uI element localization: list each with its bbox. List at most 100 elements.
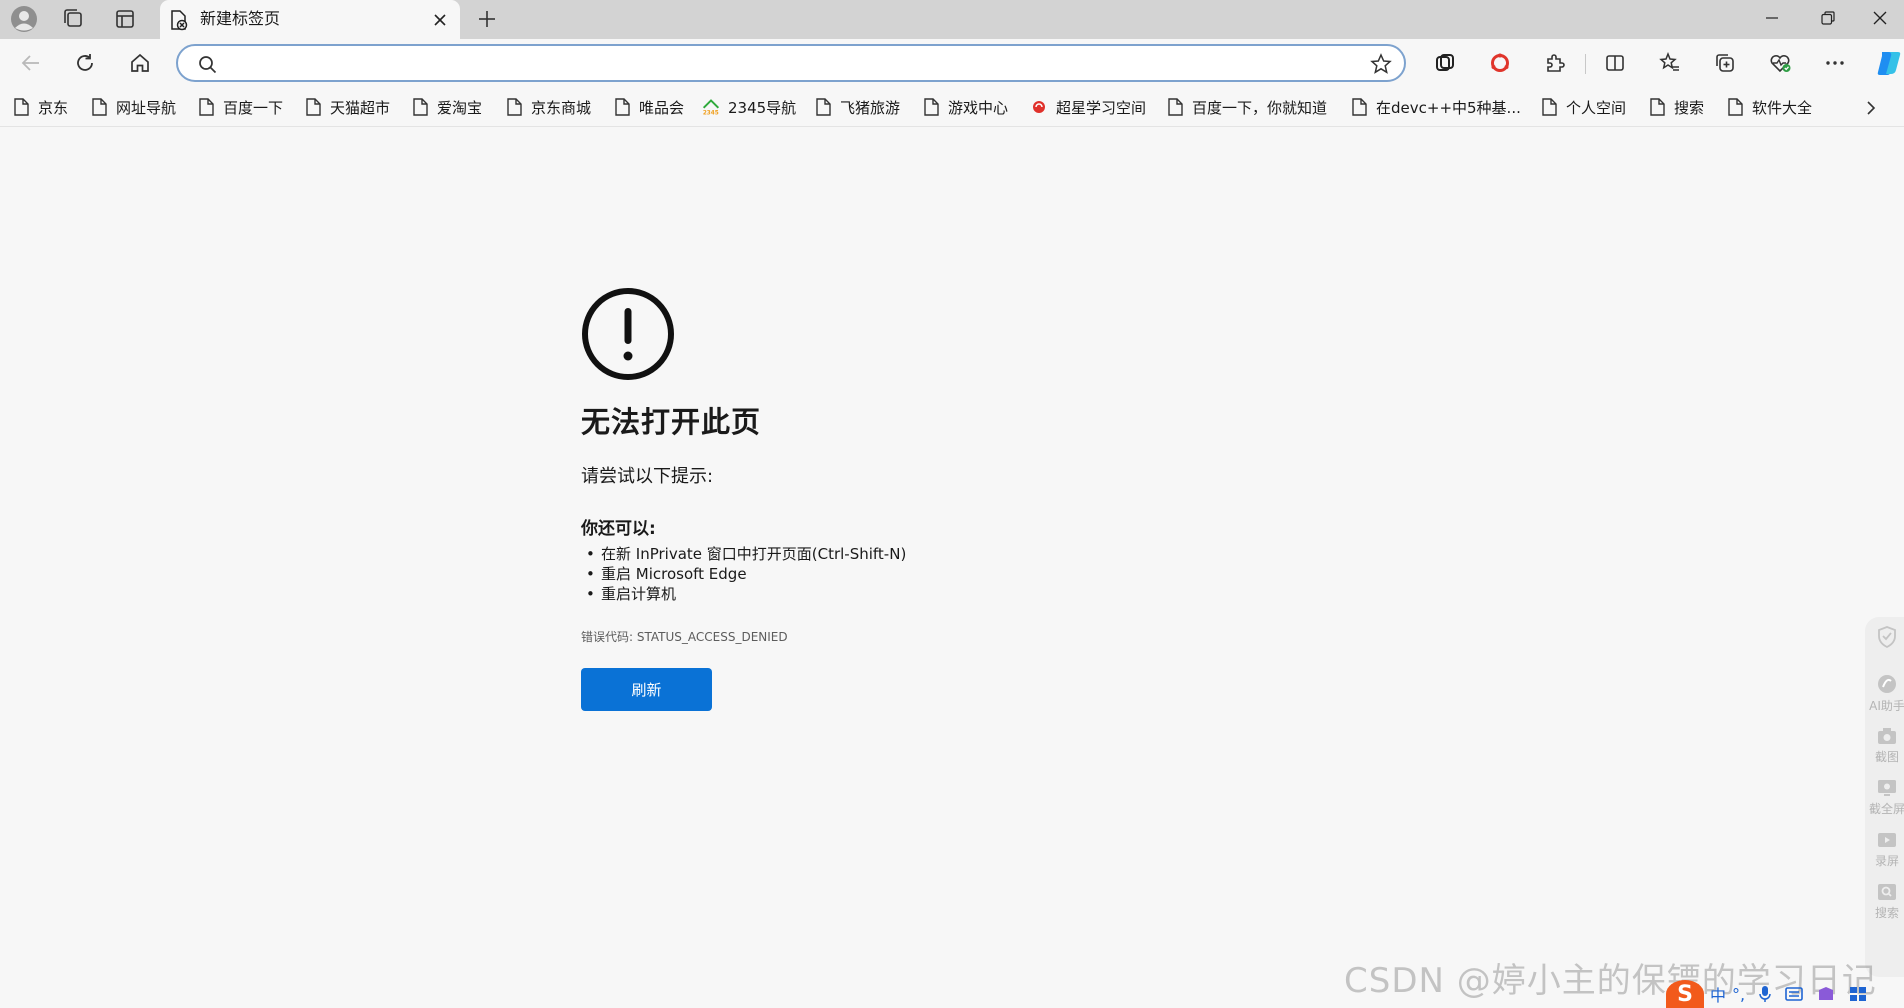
favorite-label: 在devc++中5种基... (1376, 98, 1521, 117)
settings-more-button[interactable] (1816, 44, 1854, 82)
error-hint: 请尝试以下提示: (581, 466, 714, 487)
page-icon (613, 97, 631, 117)
favorite-item-vip[interactable]: 唯品会 (613, 95, 684, 119)
suggestions-heading: 你还可以: (581, 519, 656, 539)
warning-icon (581, 287, 675, 381)
side-item-label: 截全屏 (1868, 802, 1904, 816)
chaoxing-logo-icon (1030, 97, 1048, 117)
favorite-item-tmall[interactable]: 天猫超市 (304, 95, 390, 119)
favorite-item-baidu[interactable]: 百度一下 (197, 95, 283, 119)
2345-logo-icon: 2345 (702, 97, 720, 117)
tab-close-button[interactable] (426, 6, 454, 34)
address-bar[interactable] (176, 44, 1406, 82)
restore-icon (1821, 11, 1835, 25)
favorite-label: 搜索 (1674, 98, 1705, 117)
favorite-label: 京东商城 (531, 98, 592, 117)
favorite-item-site-nav[interactable]: 网址导航 (90, 95, 176, 119)
favorites-bar: 京东 网址导航 百度一下 天猫超市 爱淘宝 京东商城 唯品会 2345 2345… (0, 88, 1904, 127)
side-item-fullscreen-shot[interactable]: 截全屏 (1865, 778, 1904, 817)
favorite-label: 超星学习空间 (1056, 98, 1147, 117)
copilot-button[interactable] (1870, 44, 1904, 82)
favorites-button[interactable] (1651, 44, 1689, 82)
favorite-label: 爱淘宝 (437, 98, 483, 117)
search-icon (1878, 884, 1896, 900)
tab-new-tab[interactable]: 新建标签页 (160, 0, 460, 39)
home-icon (131, 53, 149, 72)
side-item-ai-assistant[interactable]: AI助手 (1865, 673, 1904, 714)
workspaces-icon (64, 9, 82, 27)
favorites-overflow-button[interactable] (1856, 95, 1886, 121)
page-icon (505, 97, 523, 117)
address-input[interactable] (226, 51, 1330, 77)
keyboard-icon[interactable] (1785, 986, 1803, 1002)
ai-assistant-icon (1878, 675, 1896, 693)
side-item-record[interactable]: 录屏 (1865, 830, 1904, 869)
workspaces-button[interactable] (53, 2, 93, 36)
favorite-label: 2345导航 (728, 98, 797, 117)
page-icon (1726, 97, 1744, 117)
tab-page-icon (168, 9, 190, 31)
minimize-button[interactable] (1744, 0, 1800, 36)
error-code-label: 错误代码: (581, 630, 634, 644)
favorite-item-baidu-know[interactable]: 百度一下，你就知道 (1166, 95, 1327, 119)
ime-mode[interactable]: 中 (1710, 982, 1726, 1006)
more-dots-icon (1826, 61, 1844, 65)
ime-punctuation[interactable]: °, (1732, 985, 1745, 1004)
extensions-button[interactable] (1536, 44, 1574, 82)
favorite-label: 软件大全 (1752, 98, 1813, 117)
side-item-screenshot[interactable]: 截图 (1865, 726, 1904, 765)
side-item-label: 搜索 (1874, 906, 1899, 920)
favorite-item-game-center[interactable]: 游戏中心 (922, 95, 1008, 119)
favorite-item-software[interactable]: 软件大全 (1726, 95, 1812, 119)
suggestions-list: 在新 InPrivate 窗口中打开页面(Ctrl-Shift-N) 重启 Mi… (581, 544, 906, 604)
favorite-label: 飞猪旅游 (840, 98, 901, 117)
side-item-search[interactable]: 搜索 (1865, 882, 1904, 921)
extension-button-2[interactable] (1481, 44, 1519, 82)
side-item-shield[interactable] (1865, 625, 1904, 649)
ime-toolbar[interactable]: S 中 °, (1666, 980, 1867, 1008)
favorite-star-button[interactable] (1370, 53, 1392, 75)
split-screen-button[interactable] (1596, 44, 1634, 82)
suggestion-item: 在新 InPrivate 窗口中打开页面(Ctrl-Shift-N) (581, 544, 906, 564)
side-item-label: 录屏 (1874, 854, 1899, 868)
search-icon (198, 55, 217, 74)
red-ring-icon (1491, 53, 1509, 72)
new-tab-button[interactable] (468, 2, 506, 36)
skin-icon[interactable] (1817, 986, 1835, 1002)
page-icon (411, 97, 429, 117)
side-item-label: 截图 (1874, 750, 1899, 764)
vertical-tabs-button[interactable] (105, 2, 145, 36)
restore-button[interactable] (1800, 0, 1856, 36)
page-icon (1648, 97, 1666, 117)
side-tool-panel: AI助手 截图 截全屏 录屏 搜索 (1865, 617, 1904, 977)
refresh-page-button[interactable]: 刷新 (581, 668, 712, 711)
favorite-item-personal-space[interactable]: 个人空间 (1540, 95, 1626, 119)
side-item-label: AI助手 (1869, 699, 1904, 713)
browser-essentials-button[interactable] (1761, 44, 1799, 82)
collections-button[interactable] (1706, 44, 1744, 82)
back-button[interactable] (12, 44, 50, 82)
home-button[interactable] (121, 44, 159, 82)
refresh-button[interactable] (66, 44, 104, 82)
microphone-icon[interactable] (1759, 985, 1771, 1003)
extension-button-1[interactable] (1426, 44, 1464, 82)
refresh-icon (77, 54, 93, 71)
favorite-item-chaoxing[interactable]: 超星学习空间 (1030, 95, 1146, 119)
close-icon (1873, 11, 1887, 25)
favorite-item-search[interactable]: 搜索 (1648, 95, 1704, 119)
favorite-item-jd[interactable]: 京东 (12, 95, 68, 119)
favorite-item-2345[interactable]: 2345 2345导航 (702, 95, 796, 119)
close-window-button[interactable] (1856, 0, 1904, 36)
favorite-item-jd-mall[interactable]: 京东商城 (505, 95, 591, 119)
page-icon (12, 97, 30, 117)
favorite-label: 京东 (38, 98, 69, 117)
profile-button[interactable] (4, 2, 44, 36)
toolbar (0, 39, 1904, 88)
favorite-item-fliggy[interactable]: 飞猪旅游 (814, 95, 900, 119)
shield-icon (1878, 626, 1896, 649)
favorite-item-devcpp[interactable]: 在devc++中5种基... (1350, 95, 1521, 119)
back-arrow-icon (21, 55, 39, 71)
favorite-label: 个人空间 (1566, 98, 1627, 117)
favorite-item-aitaobao[interactable]: 爱淘宝 (411, 95, 482, 119)
toolbox-icon[interactable] (1849, 986, 1867, 1002)
